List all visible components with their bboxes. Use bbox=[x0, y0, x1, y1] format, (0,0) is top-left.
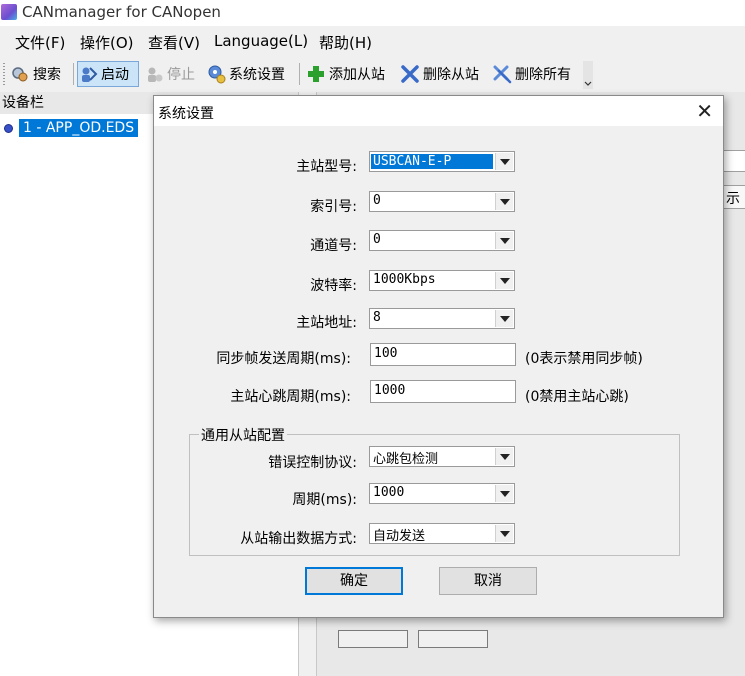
chevron-down-icon[interactable] bbox=[495, 193, 513, 210]
chevron-down-icon[interactable] bbox=[495, 448, 513, 465]
index-select[interactable]: 0 bbox=[369, 191, 515, 212]
sync-period-label: 同步帧发送周期(ms): bbox=[216, 351, 351, 367]
start-button[interactable]: 启动 bbox=[77, 61, 139, 87]
app-logo-icon bbox=[1, 4, 17, 20]
device-status-icon bbox=[4, 123, 13, 133]
chevron-down-icon[interactable] bbox=[495, 310, 513, 327]
delete-all-label: 删除所有 bbox=[515, 67, 571, 83]
search-button[interactable]: 搜索 bbox=[10, 61, 61, 87]
toolbar-overflow-chevron[interactable] bbox=[583, 61, 593, 89]
master-address-value: 8 bbox=[373, 310, 381, 325]
system-settings-dialog: 系统设置 ✕ 主站型号: USBCAN-E-P 索引号: 0 通道号: 0 波特… bbox=[153, 95, 724, 618]
chevron-down-icon[interactable] bbox=[495, 272, 513, 289]
dialog-title: 系统设置 bbox=[158, 106, 214, 122]
master-model-value: USBCAN-E-P bbox=[371, 154, 493, 169]
window-title-bar: CANmanager for CANopen bbox=[0, 0, 745, 26]
chevron-down-icon[interactable] bbox=[495, 525, 513, 542]
chevron-down-icon bbox=[584, 81, 592, 86]
cancel-button[interactable]: 取消 bbox=[439, 567, 537, 595]
search-label: 搜索 bbox=[33, 67, 61, 83]
delete-all-icon bbox=[493, 65, 512, 84]
menu-bar: 文件(F) 操作(O) 查看(V) Language(L) 帮助(H) bbox=[0, 27, 745, 55]
sync-period-hint: (0表示禁用同步帧) bbox=[525, 351, 643, 367]
slave-period-value: 1000 bbox=[373, 485, 405, 500]
slave-period-label: 周期(ms): bbox=[292, 492, 357, 508]
output-mode-select[interactable]: 自动发送 bbox=[369, 523, 515, 544]
heartbeat-period-input[interactable]: 1000 bbox=[370, 380, 516, 403]
start-icon bbox=[82, 67, 98, 82]
dialog-title-bar: 系统设置 ✕ bbox=[154, 96, 723, 126]
stop-icon bbox=[148, 67, 163, 82]
chevron-down-icon[interactable] bbox=[495, 153, 513, 170]
window-title: CANmanager for CANopen bbox=[22, 3, 221, 21]
output-mode-value: 自动发送 bbox=[373, 529, 426, 544]
delete-slave-button[interactable]: 删除从站 bbox=[400, 61, 479, 87]
system-settings-button[interactable]: 系统设置 bbox=[206, 61, 285, 87]
menu-help[interactable]: 帮助(H) bbox=[319, 32, 372, 53]
settings-icon bbox=[208, 65, 226, 84]
error-control-select[interactable]: 心跳包检测 bbox=[369, 446, 515, 467]
error-control-label: 错误控制协议: bbox=[268, 455, 357, 471]
menu-view[interactable]: 查看(V) bbox=[148, 32, 200, 53]
heartbeat-period-label: 主站心跳周期(ms): bbox=[230, 389, 351, 405]
toolbar-separator bbox=[73, 63, 74, 85]
start-label: 启动 bbox=[101, 67, 129, 83]
error-control-value: 心跳包检测 bbox=[373, 452, 439, 467]
channel-label: 通道号: bbox=[310, 238, 357, 254]
chevron-down-icon[interactable] bbox=[495, 232, 513, 249]
chevron-down-icon[interactable] bbox=[495, 485, 513, 502]
sync-period-value: 100 bbox=[374, 346, 398, 361]
sync-period-input[interactable]: 100 bbox=[370, 343, 516, 366]
channel-select[interactable]: 0 bbox=[369, 230, 515, 251]
add-slave-label: 添加从站 bbox=[329, 67, 385, 83]
heartbeat-period-hint: (0禁用主站心跳) bbox=[525, 389, 629, 405]
toolbar-separator bbox=[299, 63, 300, 85]
delete-slave-label: 删除从站 bbox=[423, 67, 479, 83]
channel-value: 0 bbox=[373, 232, 381, 247]
main-pane-button[interactable] bbox=[418, 630, 488, 648]
output-mode-label: 从站输出数据方式: bbox=[240, 531, 357, 547]
heartbeat-period-value: 1000 bbox=[374, 383, 406, 398]
baud-rate-value: 1000Kbps bbox=[373, 272, 436, 287]
master-address-label: 主站地址: bbox=[296, 315, 357, 331]
search-icon bbox=[12, 67, 28, 82]
system-settings-label: 系统设置 bbox=[229, 67, 285, 83]
close-icon[interactable]: ✕ bbox=[696, 99, 713, 123]
plus-icon bbox=[308, 66, 324, 82]
device-tree-item[interactable]: 1 - APP_OD.EDS bbox=[4, 117, 139, 139]
main-pane-partial-text: 示 bbox=[726, 191, 740, 207]
toolbar-grip[interactable] bbox=[3, 63, 5, 85]
stop-label: 停止 bbox=[167, 67, 195, 83]
master-model-label: 主站型号: bbox=[296, 159, 357, 175]
slave-period-select[interactable]: 1000 bbox=[369, 483, 515, 504]
index-value: 0 bbox=[373, 193, 381, 208]
device-tree-label: 1 - APP_OD.EDS bbox=[19, 119, 139, 137]
stop-button[interactable]: 停止 bbox=[144, 61, 195, 87]
delete-icon bbox=[401, 65, 419, 83]
baud-rate-select[interactable]: 1000Kbps bbox=[369, 270, 515, 291]
delete-all-button[interactable]: 删除所有 bbox=[492, 61, 571, 87]
baud-rate-label: 波特率: bbox=[310, 278, 357, 294]
main-pane-button[interactable] bbox=[338, 630, 408, 648]
toolbar: 搜索 启动 停止 系统设置 添加从站 删除从站 删除所有 bbox=[0, 57, 745, 91]
master-model-select[interactable]: USBCAN-E-P bbox=[369, 151, 515, 172]
menu-file[interactable]: 文件(F) bbox=[15, 32, 65, 53]
ok-button[interactable]: 确定 bbox=[305, 567, 403, 595]
add-slave-button[interactable]: 添加从站 bbox=[306, 61, 385, 87]
general-slave-config-title: 通用从站配置 bbox=[199, 425, 287, 445]
menu-language[interactable]: Language(L) bbox=[214, 32, 308, 50]
menu-operation[interactable]: 操作(O) bbox=[80, 32, 134, 53]
master-address-select[interactable]: 8 bbox=[369, 308, 515, 329]
index-label: 索引号: bbox=[310, 199, 357, 215]
